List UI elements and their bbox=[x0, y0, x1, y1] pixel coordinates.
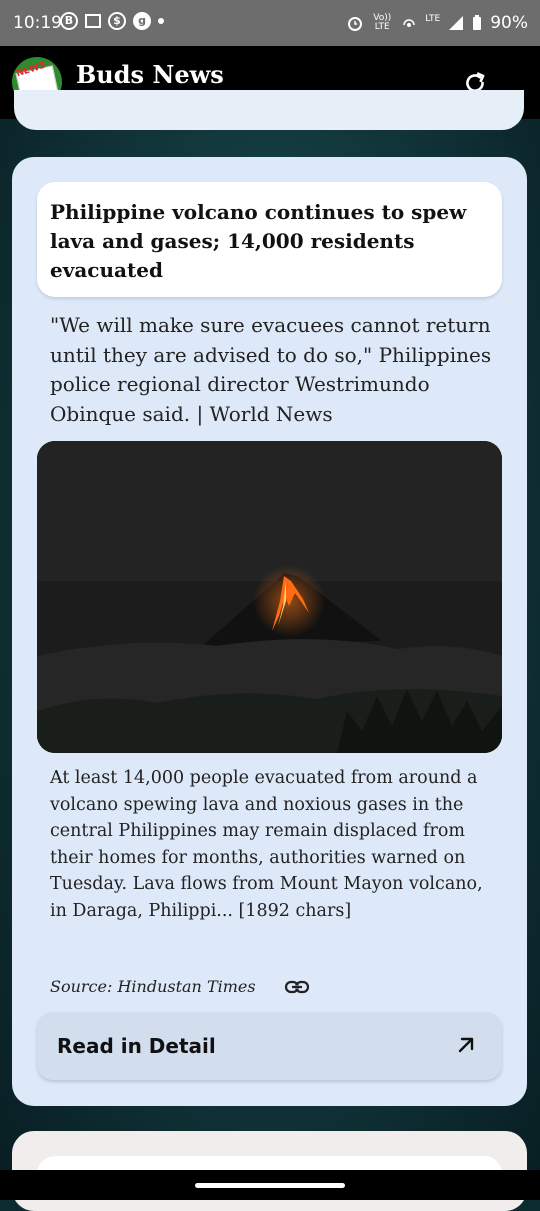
hotspot-icon bbox=[403, 19, 415, 27]
dot-icon bbox=[158, 18, 164, 24]
news-card: Philippine volcano continues to spew lav… bbox=[12, 157, 527, 1106]
lte-label: LTE bbox=[425, 13, 441, 24]
currency-icon: $ bbox=[108, 12, 126, 30]
message-icon bbox=[85, 14, 101, 28]
volcano-image bbox=[37, 441, 502, 753]
g-circle-icon: g bbox=[133, 12, 151, 30]
previous-card[interactable] bbox=[14, 90, 524, 130]
article-body: At least 14,000 people evacuated from ar… bbox=[50, 768, 483, 921]
read-in-detail-label: Read in Detail bbox=[57, 1034, 216, 1058]
article-quote: "We will make sure evacuees cannot retur… bbox=[50, 313, 492, 426]
status-time: 10:19 bbox=[13, 13, 62, 33]
b-circle-icon: B bbox=[60, 12, 78, 30]
home-indicator[interactable] bbox=[195, 1183, 345, 1188]
article-headline: Philippine volcano continues to spew lav… bbox=[50, 200, 467, 282]
battery-icon bbox=[473, 15, 482, 30]
notification-icons: B $ g bbox=[60, 12, 164, 30]
navigation-bar bbox=[0, 1170, 540, 1200]
article-source: Source: Hindustan Times bbox=[50, 977, 256, 996]
volte-indicator: Vo)) LTE bbox=[373, 13, 392, 32]
arrow-up-right-icon bbox=[458, 1037, 474, 1053]
headline-box[interactable]: Philippine volcano continues to spew lav… bbox=[37, 182, 502, 297]
read-in-detail-button[interactable]: Read in Detail bbox=[37, 1012, 502, 1080]
status-bar: 10:19 B $ g Vo)) LTE LTE 90% bbox=[0, 0, 540, 46]
alarm-icon bbox=[348, 17, 363, 31]
status-right: Vo)) LTE LTE 90% bbox=[347, 13, 528, 33]
app-title: Buds News bbox=[76, 60, 224, 89]
signal-icon bbox=[449, 16, 464, 30]
article-image[interactable] bbox=[37, 441, 502, 753]
battery-percent: 90% bbox=[490, 13, 528, 33]
link-icon[interactable] bbox=[284, 977, 310, 997]
